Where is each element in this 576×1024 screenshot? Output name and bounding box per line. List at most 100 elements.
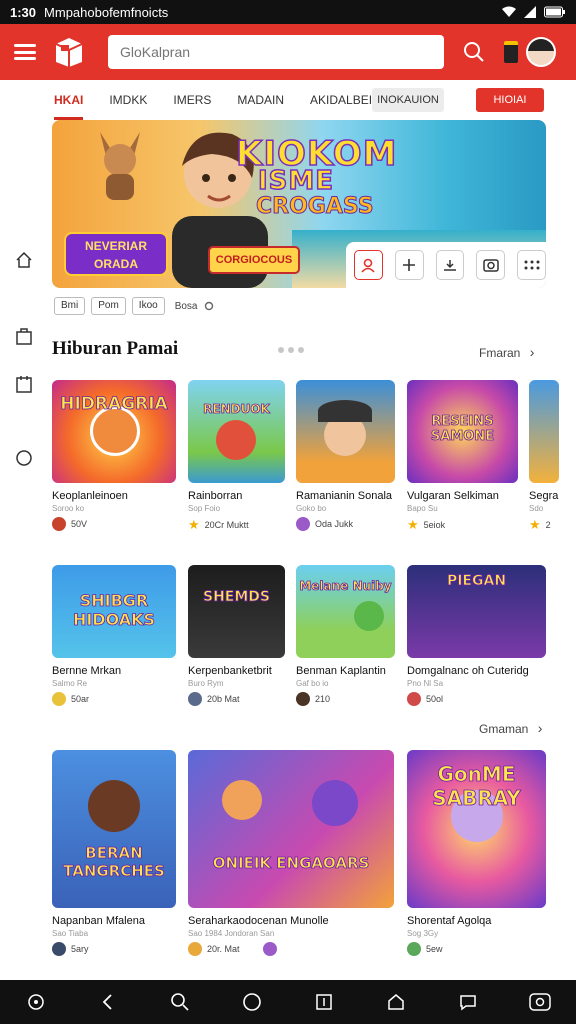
see-more-label-1: Fmaran (479, 346, 521, 360)
filter-pill-0[interactable]: Bmi (54, 297, 86, 315)
banner-toolbox (346, 242, 546, 288)
game-subtitle: Sdo (529, 504, 544, 513)
game-title: Shorentaf Agolqa (407, 915, 492, 927)
game-title: Bernne Mrkan (52, 665, 122, 677)
avatar[interactable] (526, 37, 556, 67)
game-meta-text: 210 (315, 694, 331, 704)
game-thumbnail: BERAN TANGRCHES (52, 750, 176, 908)
settings-icon[interactable] (204, 301, 214, 311)
grid-icon[interactable] (517, 250, 546, 280)
game-card[interactable]: SHIBGR HIDOAKS Bernne Mrkan Salmo Re 50a… (52, 565, 176, 706)
game-title: Ramanianin Sonala (296, 490, 393, 502)
bottom-navigation (0, 980, 576, 1024)
game-meta-text: Oda Jukk (315, 519, 354, 529)
tab-2[interactable]: IMERS (173, 80, 211, 120)
store-icon[interactable] (384, 990, 408, 1014)
thumbnail-title: PIEGAN (446, 573, 507, 590)
primary-chip-button[interactable]: HIOIAI (476, 88, 544, 112)
recents-icon[interactable] (312, 990, 336, 1014)
game-thumbnail: GonME SABRAY (407, 750, 546, 908)
rating-icon (52, 942, 66, 956)
game-card[interactable]: RESEINS SAMONE Vulgaran Selkiman Bapo Su… (407, 380, 518, 533)
record-icon[interactable] (24, 990, 48, 1014)
game-title: Vulgaran Selkiman (407, 490, 499, 502)
bag-icon[interactable] (14, 326, 34, 346)
wallet-icon[interactable] (504, 41, 518, 63)
back-icon[interactable] (96, 990, 120, 1014)
rating-icon (407, 692, 421, 706)
menu-icon[interactable] (14, 44, 36, 60)
game-subtitle: Salmo Re (52, 679, 88, 688)
featured-banner[interactable]: KIOKOM ISME CROGASS NEVERIAR ORADA CORGI… (52, 120, 546, 288)
library-icon[interactable] (14, 374, 34, 394)
share-icon[interactable] (435, 250, 465, 280)
see-more-label-2: Gmaman (479, 722, 529, 736)
game-card[interactable]: Melane Nuiby Benman Kaplantin Gaf bo io … (296, 565, 395, 706)
game-card[interactable]: SHEMDS Kerpenbanketbrit Buro Rym 20b Mat (188, 565, 285, 706)
game-card[interactable]: RENDUOK Rainborran Sop Foio ★ 20Cr Muktt (188, 380, 285, 533)
game-thumbnail: HIDRAGRIA (52, 380, 176, 483)
home-icon[interactable] (14, 250, 34, 270)
thumbnail-title: ONIEIK ENGAOARS (212, 854, 370, 873)
see-more-link-2[interactable]: Gmaman › (479, 720, 542, 736)
game-title: Napanban Mfalena (52, 915, 145, 927)
game-subtitle: Soroo ko (52, 504, 85, 513)
game-meta-text: 2 (545, 520, 551, 530)
search-input[interactable] (108, 35, 444, 69)
camera-icon[interactable] (476, 250, 506, 280)
tab-3[interactable]: MADAIN (237, 80, 284, 120)
plus-icon[interactable] (394, 250, 424, 280)
game-card[interactable]: Ramanianin Sonala Goko bo Oda Jukk (296, 380, 395, 531)
game-thumbnail: PIEGAN (407, 565, 546, 658)
circle-icon[interactable] (14, 448, 34, 468)
star-icon: ★ (407, 517, 419, 532)
game-meta-text: 50V (71, 519, 88, 529)
game-card[interactable]: BERAN TANGRCHES Napanban Mfalena Sao Tia… (52, 750, 176, 956)
chat-icon[interactable] (456, 990, 480, 1014)
thumbnail-title: HIDRAGRIA (60, 394, 168, 415)
status-time: 1:30 (10, 4, 37, 20)
game-card[interactable]: PIEGAN Domgalnanc oh Cuteridg Pno Nl Sa … (407, 565, 546, 706)
game-card[interactable]: HIDRAGRIA Keoplanleinoen Soroo ko 50V (52, 380, 176, 531)
filter-pill-1[interactable]: Pom (91, 297, 126, 315)
game-meta: 5ew (407, 942, 546, 956)
tab-4[interactable]: AKIDALBEI (310, 80, 372, 120)
status-notification-text: Mmpahobofemfnoicts (44, 4, 169, 20)
game-card[interactable]: GonME SABRAY Shorentaf Agolqa Sog 3Gy 5e… (407, 750, 546, 956)
game-thumbnail (296, 380, 395, 483)
game-title: Benman Kaplantin (296, 665, 386, 677)
eye-icon[interactable] (528, 990, 552, 1014)
user-icon[interactable] (354, 250, 383, 280)
game-subtitle: Sao 1984 Jondoran San (188, 929, 275, 938)
section-title: Hiburan Pamai (52, 338, 179, 359)
game-subtitle: Sao Tiaba (52, 929, 89, 938)
game-card[interactable]: Segra Sdo ★ 2 (529, 380, 559, 533)
game-meta-text: 5ew (426, 944, 443, 954)
game-thumbnail: SHIBGR HIDOAKS (52, 565, 176, 658)
rating-icon (188, 942, 202, 956)
game-thumbnail: Melane Nuiby (296, 565, 395, 658)
game-meta-text: 20r. Mat (207, 944, 240, 954)
game-card[interactable]: ONIEIK ENGAOARS Seraharkaodocenan Munoll… (188, 750, 394, 956)
game-meta-text: 5ary (71, 944, 89, 954)
store-logo-icon[interactable] (54, 36, 84, 68)
wifi-icon (502, 6, 516, 17)
home-nav-icon[interactable] (240, 990, 264, 1014)
see-more-link-1[interactable]: Fmaran › (479, 344, 534, 360)
game-title: Kerpenbanketbrit (188, 665, 272, 677)
filter-pill-2[interactable]: Ikoo (131, 297, 165, 315)
filter-chip-button[interactable]: INOKAUION (372, 88, 444, 112)
battery-icon (544, 6, 565, 18)
tab-1[interactable]: IMDKK (109, 80, 147, 120)
search-icon[interactable] (462, 40, 486, 64)
game-title: Segra (529, 490, 559, 502)
tab-0[interactable]: HKAI (54, 80, 84, 120)
status-icons (502, 6, 566, 18)
search-nav-icon[interactable] (168, 990, 192, 1014)
carousel-dots (278, 347, 304, 353)
banner-title-2: ISME (257, 165, 335, 197)
game-meta: 20r. Mat (188, 942, 394, 956)
game-thumbnail (529, 380, 559, 483)
filter-pills: Bmi Pom Ikoo Bosa (54, 297, 214, 315)
game-thumbnail: RENDUOK (188, 380, 285, 483)
